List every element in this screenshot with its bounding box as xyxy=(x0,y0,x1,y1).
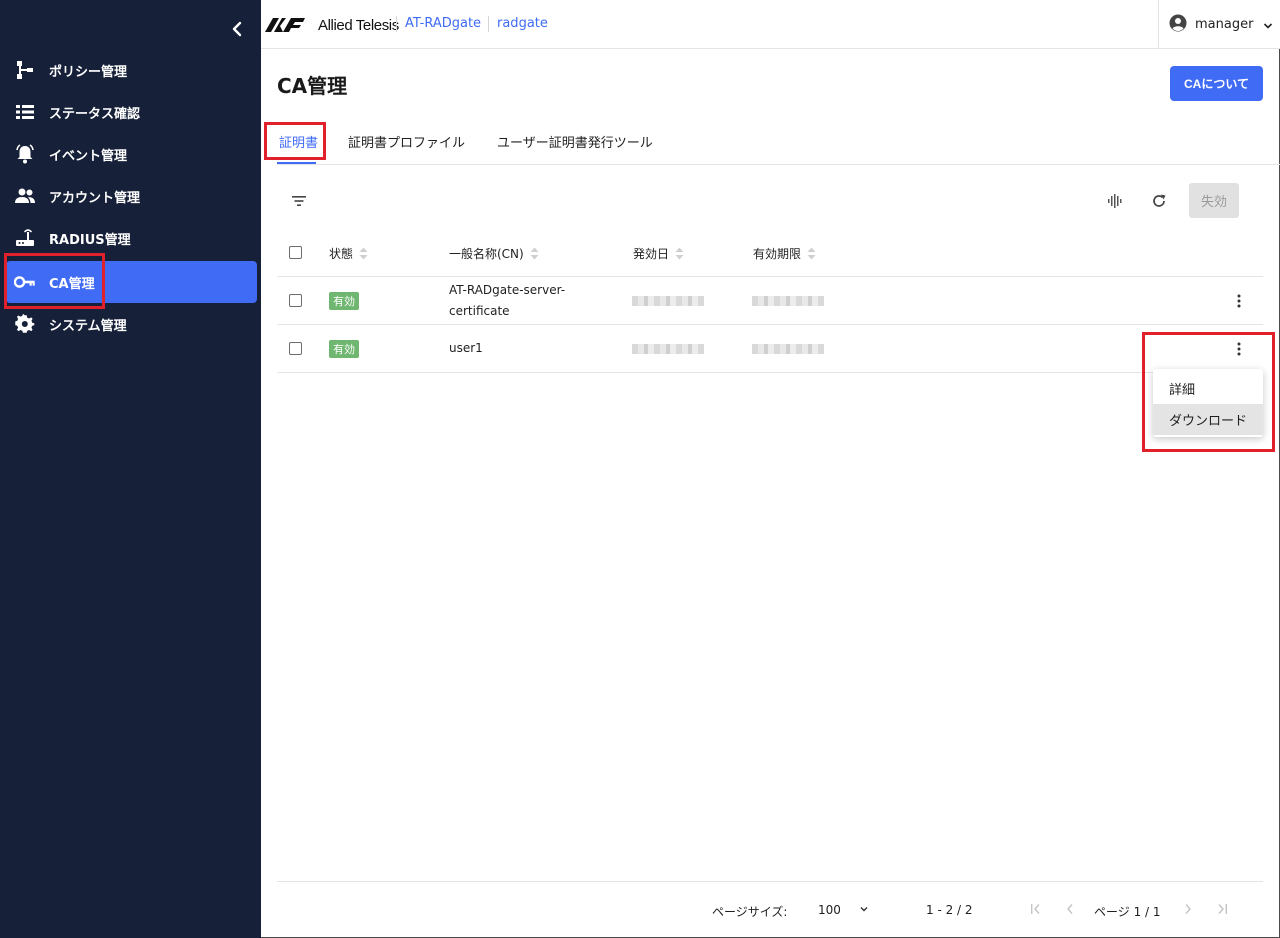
column-header-label: 一般名称(CN) xyxy=(449,247,524,261)
column-header-label: 発効日 xyxy=(633,247,670,261)
tab-certificate-profiles[interactable]: 証明書プロファイル xyxy=(348,132,465,151)
redacted-issue-date xyxy=(632,296,704,306)
certificates-table: 状態 一般名称(CN) 発効日 有効期限 有効 AT-RADgate-serve… xyxy=(277,229,1263,373)
sort-icon xyxy=(675,247,684,260)
row-more-icon[interactable] xyxy=(1231,341,1247,357)
chevron-down-icon[interactable] xyxy=(856,901,872,917)
row-context-menu: 詳細 ダウンロード xyxy=(1153,369,1263,437)
sidebar-item-radius[interactable]: RADIUS管理 xyxy=(0,217,261,259)
tab-certificates[interactable]: 証明書 xyxy=(279,132,318,151)
row-range: 1 - 2 / 2 xyxy=(926,903,973,917)
tab-user-cert-issue-tool[interactable]: ユーザー証明書発行ツール xyxy=(497,132,653,151)
gear-icon xyxy=(14,313,36,335)
common-name-line: certificate xyxy=(449,304,510,318)
brand-logo: Allied Telesis xyxy=(265,15,399,35)
page-indicator: ページ 1 / 1 xyxy=(1094,905,1161,919)
column-header-common-name[interactable]: 一般名称(CN) xyxy=(449,245,539,262)
table-row[interactable]: 有効 user1 xyxy=(277,325,1263,373)
prev-page-icon[interactable] xyxy=(1062,901,1078,917)
sidebar-item-label: RADIUS管理 xyxy=(49,232,131,248)
menu-item-details[interactable]: 詳細 xyxy=(1153,373,1263,404)
router-icon xyxy=(14,227,36,249)
row-checkbox[interactable] xyxy=(289,342,302,355)
revoke-button[interactable]: 失効 xyxy=(1189,183,1239,218)
sidebar-item-ca[interactable]: CA管理 xyxy=(6,261,257,303)
next-page-icon[interactable] xyxy=(1180,901,1196,917)
breadcrumb-product[interactable]: AT-RADgate xyxy=(405,16,481,31)
sidebar-item-label: システム管理 xyxy=(49,318,127,334)
user-name: manager xyxy=(1195,17,1254,32)
row-checkbox[interactable] xyxy=(289,294,302,307)
sort-icon xyxy=(359,247,368,260)
filter-icon[interactable] xyxy=(289,191,309,211)
page-title: CA管理 xyxy=(277,74,348,98)
user-menu[interactable]: manager xyxy=(1158,0,1280,49)
key-icon xyxy=(14,271,36,293)
alarm-icon xyxy=(14,143,36,165)
sidebar-item-account[interactable]: アカウント管理 xyxy=(0,175,261,217)
sidebar-item-status[interactable]: ステータス確認 xyxy=(0,91,261,133)
sidebar-item-label: アカウント管理 xyxy=(49,190,141,206)
first-page-icon[interactable] xyxy=(1028,901,1044,917)
column-header-label: 有効期限 xyxy=(753,247,802,261)
refresh-icon[interactable] xyxy=(1149,191,1169,211)
table-row[interactable]: 有効 AT-RADgate-server- certificate xyxy=(277,277,1263,325)
list-icon xyxy=(14,101,36,123)
sidebar-item-label: イベント管理 xyxy=(49,148,128,164)
active-tab-indicator xyxy=(277,162,316,164)
status-badge: 有効 xyxy=(329,292,359,310)
policy-tree-icon xyxy=(14,59,36,81)
chevron-left-icon[interactable] xyxy=(226,18,248,40)
column-density-icon[interactable] xyxy=(1105,191,1125,211)
page-size-label: ページサイズ: xyxy=(712,905,788,919)
sidebar-item-policy[interactable]: ポリシー管理 xyxy=(0,49,261,91)
column-header-label: 状態 xyxy=(329,247,354,261)
common-name-cell: user1 xyxy=(449,338,483,359)
common-name-cell: AT-RADgate-server- certificate xyxy=(449,280,565,322)
sidebar-nav: ポリシー管理 ステータス確認 イベント管理 アカウント管理 RADIUS管理 C… xyxy=(0,49,261,345)
sidebar-item-event[interactable]: イベント管理 xyxy=(0,133,261,175)
account-circle-icon xyxy=(1169,14,1187,36)
sidebar-item-label: CA管理 xyxy=(49,276,95,292)
sidebar-item-label: ポリシー管理 xyxy=(49,64,128,80)
column-header-issue-date[interactable]: 発効日 xyxy=(633,245,684,262)
about-ca-button[interactable]: CAについて xyxy=(1170,66,1263,101)
column-header-status[interactable]: 状態 xyxy=(329,245,368,262)
sort-icon xyxy=(530,247,539,260)
breadcrumb-separator xyxy=(396,16,397,32)
tab-bar: 証明書 証明書プロファイル ユーザー証明書発行ツール xyxy=(277,122,1280,165)
top-header: Allied Telesis AT-RADgate radgate manage… xyxy=(261,0,1280,49)
breadcrumb-host[interactable]: radgate xyxy=(497,16,548,31)
redacted-expiry-date xyxy=(752,344,824,354)
common-name-line: AT-RADgate-server- xyxy=(449,283,566,297)
redacted-expiry-date xyxy=(752,296,824,306)
sidebar-item-system[interactable]: システム管理 xyxy=(0,303,261,345)
select-all-checkbox[interactable] xyxy=(289,246,302,259)
brand-name: Allied Telesis xyxy=(318,16,399,34)
status-badge: 有効 xyxy=(329,340,359,358)
last-page-icon[interactable] xyxy=(1214,901,1230,917)
menu-item-download[interactable]: ダウンロード xyxy=(1153,404,1263,435)
table-header: 状態 一般名称(CN) 発効日 有効期限 xyxy=(277,229,1263,277)
page-size-select[interactable]: 100 xyxy=(818,903,841,917)
people-icon xyxy=(14,185,36,207)
common-name-line: user1 xyxy=(449,341,483,355)
column-header-expiry[interactable]: 有効期限 xyxy=(753,245,816,262)
redacted-issue-date xyxy=(632,344,704,354)
breadcrumb-separator xyxy=(488,16,489,32)
allied-telesis-logo-icon xyxy=(265,18,305,32)
sidebar: ポリシー管理 ステータス確認 イベント管理 アカウント管理 RADIUS管理 C… xyxy=(0,0,261,938)
row-more-icon[interactable] xyxy=(1231,293,1247,309)
sidebar-item-label: ステータス確認 xyxy=(49,106,141,122)
sort-icon xyxy=(807,247,816,260)
chevron-down-icon xyxy=(1263,15,1273,34)
pagination-bar: ページサイズ: 100 1 - 2 / 2 ページ 1 / 1 xyxy=(277,881,1263,937)
